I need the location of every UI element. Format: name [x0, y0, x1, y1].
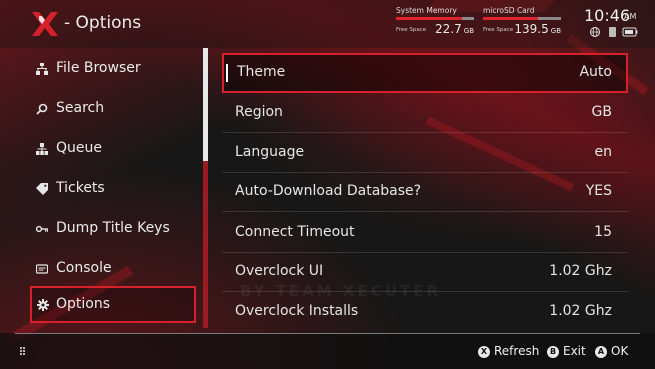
console-icon	[36, 264, 48, 274]
option-theme[interactable]: Theme Auto	[222, 53, 628, 93]
option-language[interactable]: Language en	[222, 133, 628, 173]
sidebar-item-options[interactable]: Options	[30, 286, 196, 323]
system-memory-indicator: System Memory Free Space 22.7 GB	[396, 6, 474, 36]
scrollbar-thumb[interactable]	[203, 48, 208, 161]
sidebar-item-label: Search	[56, 100, 105, 116]
sidebar-item-search[interactable]: Search	[30, 90, 196, 127]
a-button-icon: A	[595, 346, 607, 358]
sidebar-item-label: Dump Title Keys	[56, 220, 170, 236]
sidebar-item-console[interactable]: Console	[30, 250, 196, 287]
battery-icon	[622, 27, 638, 37]
b-button-icon: B	[547, 346, 559, 358]
clock-ampm: AM	[624, 12, 637, 21]
sidebar: File Browser Search Queue Tickets Dump T…	[0, 48, 203, 333]
sidebar-item-tickets[interactable]: Tickets	[30, 170, 196, 207]
storage-label: microSD Card	[483, 6, 535, 15]
sidebar-item-queue[interactable]: Queue	[30, 130, 196, 167]
option-value: YES	[585, 183, 612, 199]
option-label: Connect Timeout	[235, 224, 355, 240]
ticket-icon	[36, 183, 48, 195]
storage-bar	[396, 17, 474, 20]
option-label: Region	[235, 104, 283, 120]
option-value: 1.02 Ghz	[549, 263, 612, 279]
sidebar-item-label: Queue	[56, 140, 102, 156]
sidebar-item-label: Tickets	[56, 180, 105, 196]
xecuter-logo-icon	[32, 12, 58, 36]
option-label: Overclock Installs	[235, 303, 359, 319]
option-value: 15	[594, 224, 612, 240]
globe-icon	[590, 27, 600, 37]
option-value: 1.02 Ghz	[549, 303, 612, 319]
storage-bar-fill	[483, 17, 538, 20]
storage-value: 139.5 GB	[514, 22, 561, 36]
queue-icon	[36, 143, 48, 155]
x-button-icon: X	[478, 346, 490, 358]
storage-label: System Memory	[396, 6, 457, 15]
free-space-label: Free Space	[483, 27, 514, 33]
hint-label: Refresh	[494, 344, 540, 358]
storage-bar	[483, 17, 561, 20]
microsd-card-indicator: microSD Card Free Space 139.5 GB	[483, 6, 561, 36]
storage-value: 22.7 GB	[435, 22, 474, 36]
option-label: Language	[235, 144, 305, 160]
key-icon	[36, 225, 48, 233]
hint-label: Exit	[563, 344, 586, 358]
search-icon	[36, 103, 48, 115]
watermark-text: BY TEAM XECUTER	[240, 282, 441, 300]
option-region[interactable]: Region GB	[222, 93, 628, 133]
free-space-label: Free Space	[396, 27, 427, 33]
option-label: Overclock UI	[235, 263, 324, 279]
storage-bar-fill	[396, 17, 463, 20]
exit-hint[interactable]: B Exit	[547, 344, 586, 358]
option-label: Theme	[226, 64, 285, 82]
option-auto-download-database[interactable]: Auto-Download Database? YES	[222, 172, 628, 212]
refresh-hint[interactable]: X Refresh	[478, 344, 539, 358]
option-value: GB	[591, 104, 612, 120]
gear-icon	[37, 299, 49, 311]
option-value: en	[594, 144, 613, 160]
sidebar-item-file-browser[interactable]: File Browser	[30, 50, 196, 87]
option-connect-timeout[interactable]: Connect Timeout 15	[222, 213, 628, 253]
footer-bar: X Refresh B Exit A OK	[0, 333, 655, 369]
hint-label: OK	[611, 344, 629, 358]
page-title: - Options	[64, 13, 142, 33]
sd-card-icon	[609, 27, 616, 37]
file-browser-icon	[36, 63, 48, 75]
option-label: Auto-Download Database?	[235, 183, 422, 199]
sidebar-item-label: Options	[56, 296, 111, 312]
ok-hint[interactable]: A OK	[595, 344, 628, 358]
scrollbar[interactable]	[203, 48, 208, 328]
sidebar-item-dump-title-keys[interactable]: Dump Title Keys	[30, 210, 196, 247]
sidebar-item-label: Console	[56, 260, 112, 276]
grid-dots-icon	[20, 347, 25, 355]
divider	[222, 211, 628, 212]
footer-divider	[15, 333, 640, 334]
status-icons	[590, 27, 638, 37]
sidebar-item-label: File Browser	[56, 60, 141, 76]
header-bar: - Options System Memory Free Space 22.7 G…	[0, 0, 655, 48]
option-value: Auto	[579, 64, 612, 80]
